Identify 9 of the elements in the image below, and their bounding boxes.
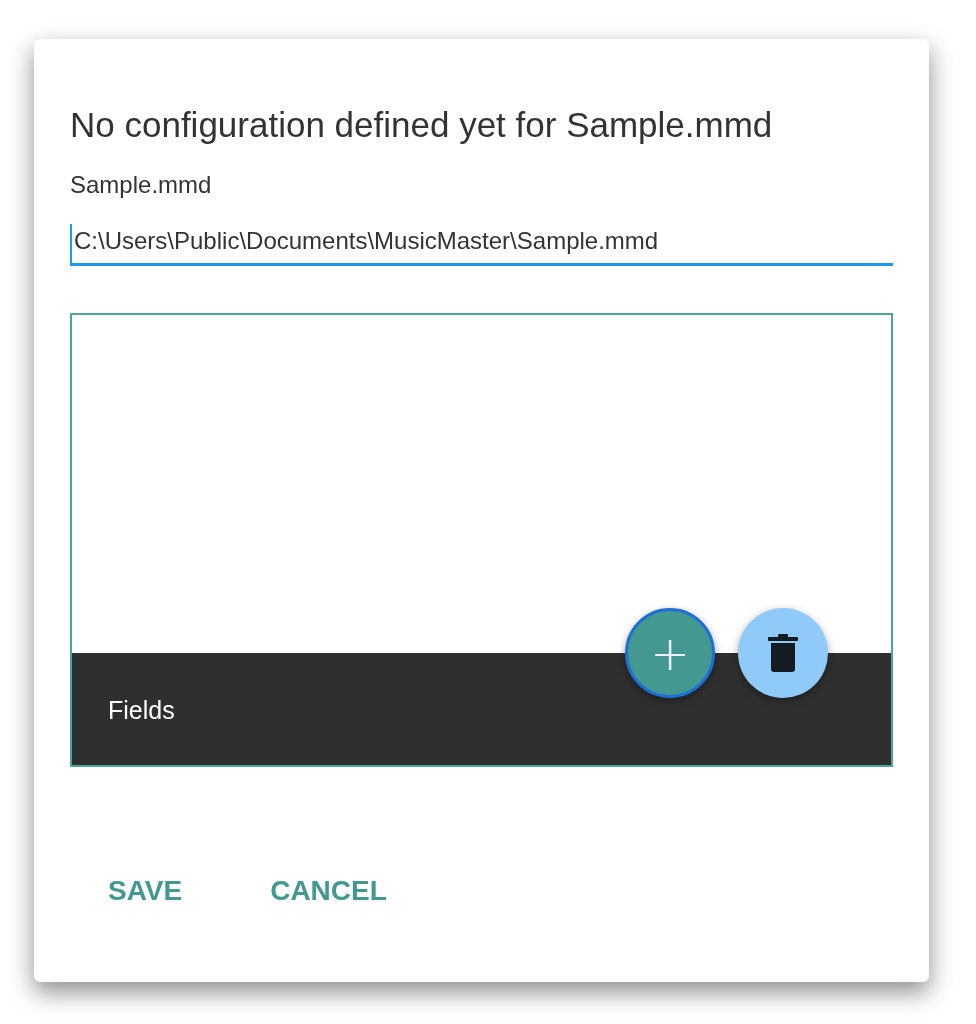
- dialog-title: No configuration defined yet for Sample.mmd: [70, 104, 773, 146]
- delete-button[interactable]: [738, 608, 828, 698]
- cancel-button[interactable]: CANCEL: [252, 867, 405, 915]
- path-field[interactable]: C:\Users\Public\Documents\MusicMaster\Sample.mmd: [70, 224, 893, 266]
- fields-label: Fields: [108, 695, 175, 725]
- save-button[interactable]: SAVE: [90, 867, 201, 915]
- trash-icon: [768, 634, 798, 672]
- add-button[interactable]: +: [625, 608, 715, 698]
- file-label: Sample.mmd: [70, 170, 212, 200]
